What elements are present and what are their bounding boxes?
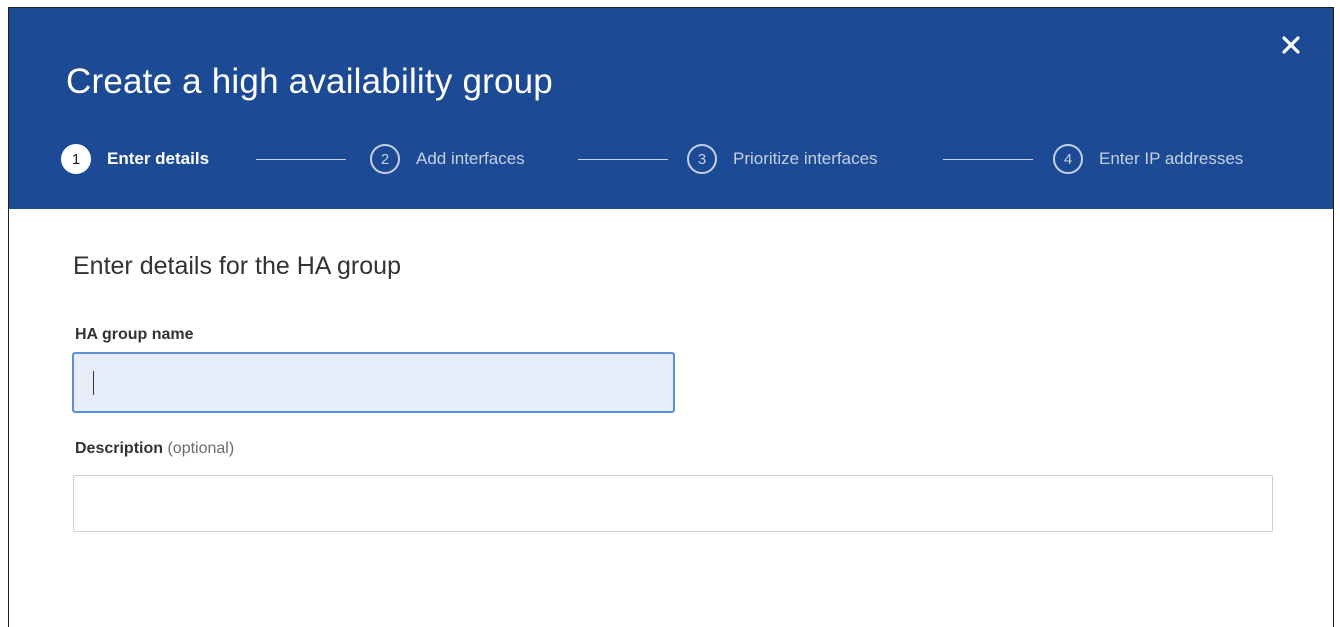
wizard-stepper: 1 Enter details 2 Add interfaces 3 Prior… bbox=[61, 142, 1291, 176]
description-label-text: Description bbox=[75, 440, 164, 457]
close-button[interactable] bbox=[1279, 33, 1303, 57]
step-enter-ip-addresses[interactable]: 4 Enter IP addresses bbox=[1053, 142, 1243, 176]
ha-group-name-input[interactable] bbox=[72, 352, 675, 413]
step-number: 4 bbox=[1053, 144, 1083, 174]
description-input[interactable] bbox=[73, 475, 1273, 532]
step-enter-details[interactable]: 1 Enter details bbox=[61, 142, 209, 176]
modal-header: Create a high availability group 1 Enter… bbox=[9, 8, 1333, 209]
step-label: Enter details bbox=[107, 149, 210, 168]
create-ha-group-modal: Create a high availability group 1 Enter… bbox=[8, 7, 1334, 627]
step-connector bbox=[256, 159, 346, 160]
step-prioritize-interfaces[interactable]: 3 Prioritize interfaces bbox=[687, 142, 878, 176]
text-cursor bbox=[93, 371, 94, 395]
step-number: 1 bbox=[61, 144, 91, 174]
step-connector bbox=[578, 159, 668, 160]
section-title: Enter details for the HA group bbox=[73, 252, 401, 280]
step-connector bbox=[943, 159, 1033, 160]
modal-title: Create a high availability group bbox=[66, 62, 553, 101]
step-add-interfaces[interactable]: 2 Add interfaces bbox=[370, 142, 525, 176]
description-label: Description (optional) bbox=[75, 440, 234, 458]
ha-group-name-label: HA group name bbox=[75, 326, 194, 343]
optional-hint: (optional) bbox=[167, 440, 235, 457]
step-number: 2 bbox=[370, 144, 400, 174]
step-number: 3 bbox=[687, 144, 717, 174]
step-label: Enter IP addresses bbox=[1099, 149, 1244, 168]
step-label: Prioritize interfaces bbox=[733, 149, 878, 168]
close-icon bbox=[1282, 36, 1300, 54]
step-label: Add interfaces bbox=[416, 149, 525, 168]
